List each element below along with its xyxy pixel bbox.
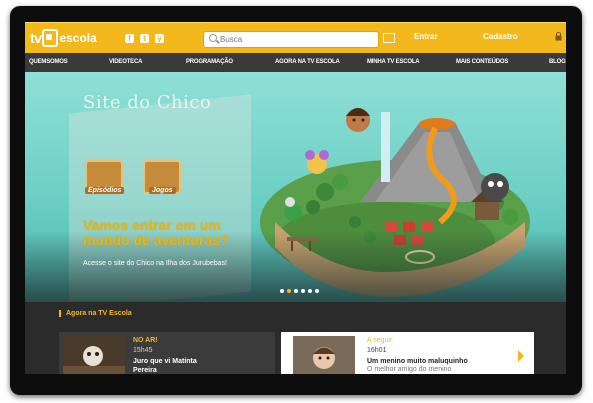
next-arrow-icon[interactable] <box>518 350 524 362</box>
now-playing-card[interactable]: NO AR! 15h45 Juro que vi Matinta Pereira <box>59 332 275 374</box>
carousel-dot[interactable] <box>301 289 305 293</box>
now-on-tv-section: Agora na TV Escola NO AR! 15h45 Juro que… <box>25 301 566 374</box>
nav-blog[interactable]: BLOG <box>549 59 566 65</box>
nav-mais-conteudos[interactable]: MAIS CONTEÚDOS <box>456 59 508 65</box>
search-icon <box>209 34 217 42</box>
facebook-icon[interactable]: f <box>125 34 134 43</box>
carousel-dot[interactable] <box>294 289 298 293</box>
logo-screen-icon <box>42 29 59 47</box>
nav-minha-tv-escola[interactable]: MINHA TV ESCOLA <box>367 59 420 65</box>
login-icon[interactable] <box>383 33 395 43</box>
nav-agora-na-tv-escola[interactable]: AGORA NA TV ESCOLA <box>275 59 340 65</box>
next-subtitle: O melhor amigo do menino <box>367 366 452 373</box>
now-playing-thumbnail <box>63 336 125 374</box>
section-title: Agora na TV Escola <box>59 310 132 317</box>
logo-escola-text: escola <box>59 31 97 45</box>
carousel-dot[interactable] <box>308 289 312 293</box>
up-next-thumbnail <box>293 336 355 374</box>
next-program: Um menino muito maluquinho <box>367 358 468 365</box>
nav-videoteca[interactable]: VIDEOTECA <box>109 59 142 65</box>
now-program: Juro que vi Matinta Pereira <box>133 358 197 374</box>
hero-headline[interactable]: Vamos entrar em um mundo de aventuras? <box>83 218 253 248</box>
twitter-icon[interactable]: t <box>140 34 149 43</box>
live-label: NO AR! <box>133 337 158 344</box>
now-time: 15h45 <box>133 347 153 354</box>
tv-escola-logo[interactable]: tv escola <box>30 28 97 48</box>
signup-link[interactable]: Cadastro <box>483 32 518 41</box>
nav-programacao[interactable]: PROGRAMAÇÃO <box>186 59 233 65</box>
carousel-dot-active[interactable] <box>287 289 291 293</box>
next-label: A seguir <box>367 337 393 344</box>
lock-icon[interactable] <box>555 32 562 41</box>
carousel-dot[interactable] <box>280 289 284 293</box>
login-link[interactable]: Entrar <box>414 32 438 41</box>
carousel-dots <box>280 289 319 293</box>
hero-subtext: Acesse o site do Chico na Ilha dos Jurub… <box>83 260 227 267</box>
main-nav: QUEMSOMOS VIDEOTECA PROGRAMAÇÃO AGORA NA… <box>25 53 566 73</box>
next-time: 16h01 <box>367 347 387 354</box>
search-input[interactable] <box>220 33 370 45</box>
nav-quem-somos[interactable]: QUEMSOMOS <box>29 59 68 65</box>
up-next-card[interactable]: A seguir 16h01 Um menino muito maluquinh… <box>281 332 534 374</box>
hero-title: Site do Chico <box>83 92 212 113</box>
logo-tv-text: tv <box>30 30 42 46</box>
games-label[interactable]: Jogos <box>149 187 176 194</box>
browser-screen: tv escola f t y Entrar Cadastro QUEMSOMO… <box>25 22 566 374</box>
top-bar: tv escola f t y Entrar Cadastro <box>25 22 566 54</box>
episodes-label[interactable]: Episódios <box>85 187 125 194</box>
search-box[interactable] <box>203 31 379 48</box>
youtube-icon[interactable]: y <box>155 34 164 43</box>
social-links: f t y <box>125 34 164 43</box>
hero-carousel[interactable]: Site do Chico Episódios Jogos Vamos entr… <box>25 72 566 301</box>
carousel-dot[interactable] <box>315 289 319 293</box>
